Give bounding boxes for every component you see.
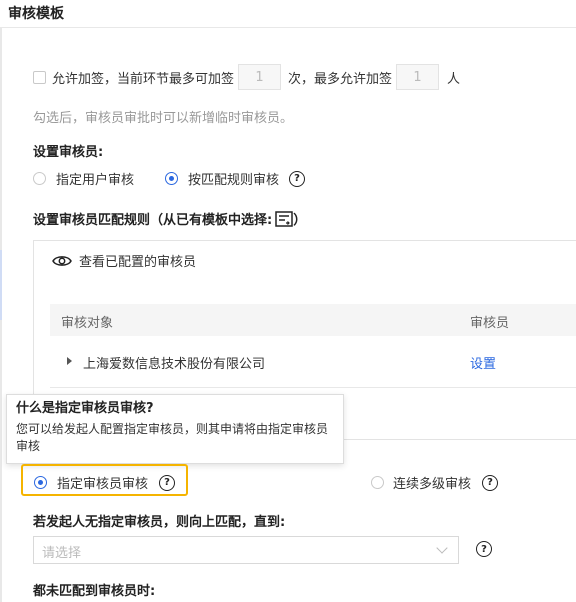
set-reviewer-link[interactable]: 设置 xyxy=(470,353,496,372)
radio-match-rule[interactable] xyxy=(165,172,179,185)
question-circle-icon[interactable]: ? xyxy=(289,170,306,187)
caret-right-icon[interactable] xyxy=(67,357,72,365)
tooltip-title: 什么是指定审核员审核? xyxy=(16,401,154,416)
fallback-label: 都未匹配到审核员时: xyxy=(33,584,156,599)
add-sign-people-input[interactable]: 1 xyxy=(396,64,440,90)
match-rule-label: 设置审核员匹配规则（从已有模板中选择: xyxy=(33,213,273,228)
mode-option-multilevel: 连续多级审核 ? xyxy=(371,473,499,492)
eye-icon xyxy=(52,254,72,268)
view-configured-reviewers[interactable]: 查看已配置的审核员 xyxy=(52,251,196,270)
add-sign-row: 允许加签，当前环节最多可加签 1 次，最多允许加签 1 人 xyxy=(33,64,460,90)
match-rule-label-row: 设置审核员匹配规则（从已有模板中选择: ） xyxy=(33,209,306,228)
table-divider xyxy=(50,387,576,388)
radio-specified-reviewer[interactable] xyxy=(34,476,47,489)
no-reviewer-label: 若发起人无指定审核员，则向上匹配，直到: xyxy=(33,515,286,530)
mode-option-specified: 指定审核员审核 ? xyxy=(34,473,176,492)
left-edge-accent xyxy=(0,250,2,320)
add-sign-times-input[interactable]: 1 xyxy=(238,64,282,90)
table-row: 上海爱数信息技术股份有限公司 设置 xyxy=(50,346,576,376)
tooltip-body: 您可以给发起人配置指定审核员，则其申请将由指定审核员审核 xyxy=(16,422,329,453)
add-sign-checkbox[interactable] xyxy=(33,70,46,84)
question-circle-icon[interactable]: ? xyxy=(159,474,176,491)
add-sign-people-unit: 人 xyxy=(447,71,461,87)
table-cell-object: 上海爱数信息技术股份有限公司 xyxy=(83,357,266,372)
radio-multilevel-label[interactable]: 连续多级审核 xyxy=(393,473,471,492)
help-tooltip: 什么是指定审核员审核? 您可以给发起人配置指定审核员，则其申请将由指定审核员审核 xyxy=(6,394,344,464)
radio-multilevel[interactable] xyxy=(371,476,384,489)
add-sign-hint: 勾选后，审核员审批时可以新增临时审核员。 xyxy=(33,111,294,126)
column-object: 审核对象 xyxy=(61,316,114,331)
question-circle-icon[interactable]: ? xyxy=(476,541,492,557)
upward-match-select[interactable]: 请选择 xyxy=(33,536,459,564)
column-reviewer: 审核员 xyxy=(470,316,510,331)
chevron-down-icon xyxy=(436,542,448,554)
template-select-icon[interactable] xyxy=(275,210,293,227)
view-configured-label: 查看已配置的审核员 xyxy=(79,255,197,270)
match-rule-label-end: ） xyxy=(293,213,307,228)
reviewer-label: 设置审核员: xyxy=(33,145,104,160)
title-bar: 审核模板 xyxy=(0,0,576,28)
radio-specified-user[interactable] xyxy=(33,172,46,185)
radio-match-rule-label[interactable]: 按匹配规则审核 xyxy=(188,169,279,188)
reviewer-options: 指定用户审核 按匹配规则审核 ? xyxy=(33,169,306,188)
question-circle-icon[interactable]: ? xyxy=(482,474,499,491)
add-sign-label: 允许加签，当前环节最多可加签 xyxy=(52,71,235,87)
radio-specified-user-label[interactable]: 指定用户审核 xyxy=(56,169,134,188)
page-title: 审核模板 xyxy=(8,6,64,22)
radio-specified-reviewer-label[interactable]: 指定审核员审核 xyxy=(57,473,148,492)
select-help: ? xyxy=(476,541,492,557)
table-header: 审核对象 审核员 xyxy=(50,304,576,336)
add-sign-times-unit: 次，最多允许加签 xyxy=(288,71,393,87)
select-placeholder: 请选择 xyxy=(42,546,82,561)
